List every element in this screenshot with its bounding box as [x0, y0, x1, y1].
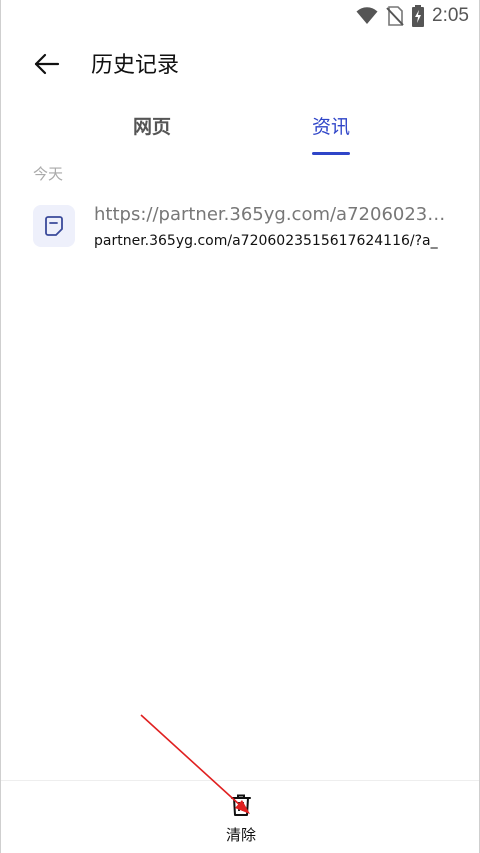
status-time: 2:05 — [432, 5, 469, 26]
history-list-item[interactable]: https://partner.365yg.com/a7206023515… p… — [1, 196, 479, 260]
trash-icon — [230, 793, 252, 821]
tab-news[interactable]: 资讯 — [271, 108, 391, 158]
battery-charging-icon — [412, 5, 425, 27]
section-date-label: 今天 — [33, 165, 64, 183]
history-item-url: partner.365yg.com/a7206023515617624116/?… — [94, 233, 438, 249]
status-bar: 2:05 — [1, 0, 479, 32]
bottom-bar: 清除 — [1, 780, 479, 853]
tab-active-indicator — [312, 152, 350, 155]
document-icon — [33, 205, 75, 247]
tab-web[interactable]: 网页 — [92, 108, 212, 158]
app-header: 历史记录 — [1, 44, 479, 88]
clear-label: 清除 — [225, 826, 256, 844]
tab-web-label: 网页 — [132, 116, 171, 138]
tab-bar: 网页 资讯 — [1, 108, 479, 158]
wifi-icon — [356, 7, 378, 25]
history-screen: 2:05 历史记录 网页 资讯 今天 https://partner.365yg… — [0, 0, 480, 853]
history-item-title: https://partner.365yg.com/a7206023515… — [94, 204, 454, 225]
back-button[interactable] — [33, 52, 61, 80]
clear-button[interactable]: 清除 — [211, 793, 271, 845]
tab-news-label: 资讯 — [311, 116, 350, 138]
no-sim-icon — [386, 6, 404, 26]
arrow-left-icon — [34, 53, 60, 79]
page-title: 历史记录 — [91, 53, 180, 78]
